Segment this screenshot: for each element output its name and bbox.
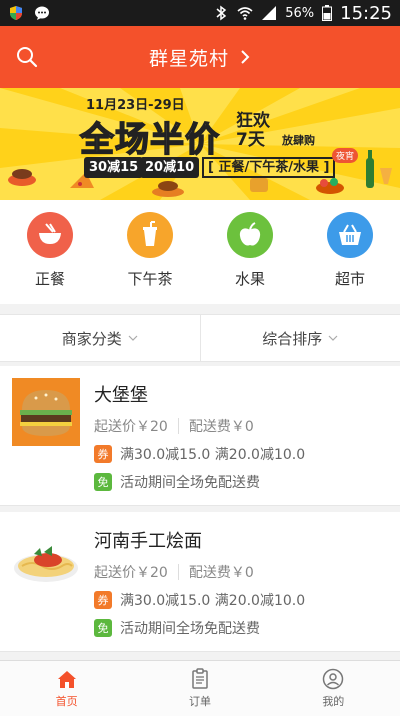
bottom-tab-bar: 首页 订单 我的 xyxy=(0,660,400,716)
category-chaoshi[interactable]: 超市 xyxy=(310,212,390,289)
banner-headline: 全场半价 xyxy=(79,119,220,161)
promo-text: 活动期间全场免配送费 xyxy=(120,475,260,491)
clock: 15:25 xyxy=(340,2,392,24)
wifi-icon xyxy=(237,7,253,20)
message-icon xyxy=(35,6,49,20)
burger-icon xyxy=(12,378,80,446)
min-order: 起送价￥20 xyxy=(94,419,168,435)
status-bar: 56% 15:25 xyxy=(0,0,400,26)
filter-label: 商家分类 xyxy=(61,329,122,348)
delivery-fee: 配送费￥0 xyxy=(188,565,254,581)
shield-icon xyxy=(10,6,22,20)
coupon-badge: 券 xyxy=(94,445,112,463)
app-header: 群星苑村 xyxy=(0,26,400,88)
banner-deal-1: 30减15 xyxy=(84,157,144,178)
category-circle xyxy=(327,212,373,258)
shop-name: 河南手工烩面 xyxy=(94,531,202,552)
tab-label: 我的 xyxy=(322,695,345,708)
banner-sub-headline: 狂欢 7天 xyxy=(236,111,270,150)
banner-deal-2: 20减10 xyxy=(140,157,200,178)
divider xyxy=(177,564,179,580)
banner-categories: [ 正餐/下午茶/水果 ] xyxy=(202,157,336,178)
shop-meta: 起送价￥20 配送费￥0 xyxy=(94,562,254,582)
filter-bar: 商家分类 综合排序 xyxy=(0,314,400,362)
shop-item[interactable]: 大堡堡 起送价￥20 配送费￥0 券 满30.0减15.0 满20.0减10.0… xyxy=(0,366,400,506)
promo-banner[interactable]: 11月23日-29日 全场半价 狂欢 7天 放肆购 30减15 20减10 [ … xyxy=(0,88,400,200)
shop-name: 大堡堡 xyxy=(94,385,148,406)
shop-meta: 起送价￥20 配送费￥0 xyxy=(94,416,254,436)
category-circle xyxy=(227,212,273,258)
battery-percent: 56% xyxy=(285,5,315,21)
category-shuiguo[interactable]: 水果 xyxy=(210,212,290,289)
category-row: 正餐 下午茶 水果 超市 xyxy=(0,200,400,304)
apple-icon xyxy=(239,222,261,246)
coupon-badge: 券 xyxy=(94,591,112,609)
filter-category[interactable]: 商家分类 xyxy=(0,315,200,361)
delivery-fee: 配送费￥0 xyxy=(188,419,254,435)
user-icon xyxy=(323,668,344,690)
promo-text: 活动期间全场免配送费 xyxy=(120,621,260,637)
shop-item[interactable]: 河南手工烩面 起送价￥20 配送费￥0 券 满30.0减15.0 满20.0减1… xyxy=(0,512,400,652)
battery-icon xyxy=(322,5,333,21)
chevron-down-icon xyxy=(328,335,338,341)
category-label: 超市 xyxy=(334,270,365,288)
tab-home[interactable]: 首页 xyxy=(0,661,133,716)
promo-discount: 券 满30.0减15.0 满20.0减10.0 xyxy=(94,590,305,610)
promo-discount: 券 满30.0减15.0 满20.0减10.0 xyxy=(94,444,305,464)
order-icon xyxy=(192,668,208,689)
promo-text: 满30.0减15.0 满20.0减10.0 xyxy=(120,593,306,609)
divider xyxy=(177,418,179,434)
chevron-down-icon xyxy=(128,335,138,341)
category-label: 下午茶 xyxy=(127,270,173,288)
chevron-right-icon xyxy=(241,50,250,64)
banner-sub-text: 放肆购 xyxy=(282,134,315,147)
basket-icon xyxy=(339,224,361,245)
promo-text: 满30.0减15.0 满20.0减10.0 xyxy=(120,447,306,463)
category-zhengcan[interactable]: 正餐 xyxy=(10,212,90,289)
category-label: 正餐 xyxy=(34,270,65,288)
noodle-icon xyxy=(12,524,80,592)
home-icon xyxy=(57,671,76,688)
filter-label: 综合排序 xyxy=(262,329,323,348)
category-label: 水果 xyxy=(234,270,265,288)
promo-free-delivery: 免 活动期间全场免配送费 xyxy=(94,618,260,638)
tab-orders[interactable]: 订单 xyxy=(133,661,266,716)
tab-label: 首页 xyxy=(55,695,78,708)
free-badge: 免 xyxy=(94,473,112,491)
bowl-icon xyxy=(39,223,61,244)
category-xiawucha[interactable]: 下午茶 xyxy=(110,212,190,289)
category-circle xyxy=(27,212,73,258)
banner-night-tag: 夜宵 xyxy=(332,148,359,163)
free-badge: 免 xyxy=(94,619,112,637)
drink-icon xyxy=(143,221,157,246)
filter-sort[interactable]: 综合排序 xyxy=(199,315,400,361)
tab-profile[interactable]: 我的 xyxy=(267,661,400,716)
tab-label: 订单 xyxy=(188,695,211,708)
banner-date: 11月23日-29日 xyxy=(86,98,185,113)
category-circle xyxy=(127,212,173,258)
min-order: 起送价￥20 xyxy=(94,565,168,581)
location-selector[interactable]: 群星苑村 xyxy=(149,44,251,71)
bluetooth-icon xyxy=(216,5,227,21)
promo-free-delivery: 免 活动期间全场免配送费 xyxy=(94,472,260,492)
search-icon[interactable] xyxy=(14,44,40,70)
signal-icon xyxy=(262,6,277,20)
location-title: 群星苑村 xyxy=(148,47,229,70)
